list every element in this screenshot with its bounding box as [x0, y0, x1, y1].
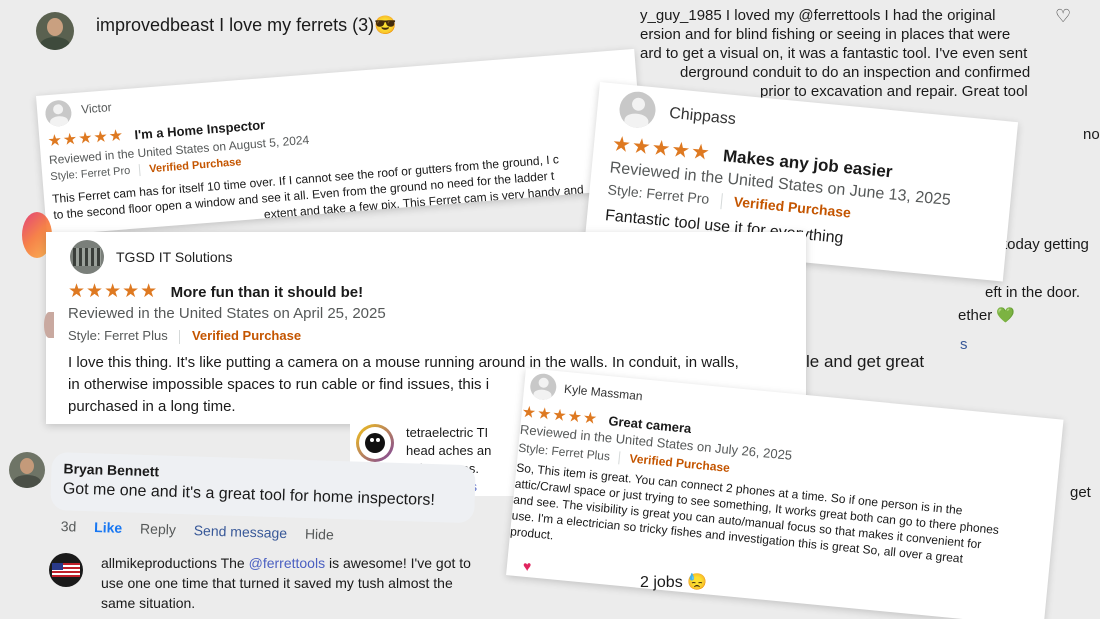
comment-text: The [220, 555, 249, 571]
fragment-text: today getting [1003, 236, 1089, 253]
fragment-link[interactable]: s [960, 336, 968, 353]
like-button[interactable]: Like [94, 519, 123, 536]
reviewer-name: Victor [80, 100, 113, 117]
fragment-text: ether 💚 [958, 307, 1016, 324]
comment-line: y_guy_1985 I loved my @ferrettools I had… [640, 7, 996, 24]
send-message-button[interactable]: Send message [193, 522, 287, 541]
fragment-text: get [1070, 484, 1091, 501]
avatar [529, 372, 558, 401]
fragment-text: le and get great [806, 352, 925, 371]
comment-line: tetraelectric TI [406, 425, 489, 440]
comment-text: I love my ferrets (3)😎 [219, 15, 397, 35]
avatar[interactable] [356, 424, 394, 462]
username[interactable]: improvedbeast [96, 15, 214, 35]
verified-badge: Verified Purchase [148, 156, 242, 176]
review-style: Style: Ferret Pro [49, 164, 131, 184]
mention-link[interactable]: @ferrettools [249, 555, 325, 571]
avatar[interactable] [49, 553, 83, 587]
jobs-text: 2 jobs 😓 [640, 574, 708, 591]
heart-outline-icon[interactable]: ♡ [1055, 6, 1071, 27]
review-victor: Victor ★★★★★ I'm a Home Inspector Review… [36, 48, 646, 236]
comment-line: ard to get a visual on, it was a fantast… [640, 45, 1028, 62]
comment-line: use one one time that turned it saved my… [101, 575, 453, 591]
username[interactable]: allmikeproductions [101, 555, 217, 571]
review-style: Style: Ferret Plus [68, 328, 168, 343]
heart-icon[interactable]: ♥ [523, 558, 531, 574]
review-date: Reviewed in the United States on April 2… [68, 305, 386, 322]
review-text-line: I love this thing. It's like putting a c… [68, 354, 739, 371]
comment-line: ersion and for blind fishing or seeing i… [640, 26, 1011, 43]
comment-line: same situation. [101, 595, 196, 611]
comment-allmikeproductions: allmikeproductions The @ferrettools is a… [101, 553, 521, 613]
comment-bryan-bennett: Bryan Bennett Got me one and it's a grea… [50, 452, 476, 524]
avatar [70, 240, 104, 274]
commenter-name[interactable]: Bryan Bennett [63, 460, 159, 479]
comment-actions: 3d Like Reply Send message Hide [60, 518, 361, 549]
comment-text: is awesome! I've got to [325, 555, 471, 571]
reviewer-name: Chippass [668, 104, 737, 129]
comment-time: 3d [60, 518, 77, 535]
comment-line: head aches an [406, 443, 492, 458]
comment-line: derground conduit to do an inspection an… [680, 64, 1031, 81]
fragment-text: eft in the door. [985, 284, 1081, 301]
avatar[interactable] [9, 452, 45, 488]
reviewer-name: Kyle Massman [563, 381, 644, 404]
review-kyle: Kyle Massman ★★★★★ Great camera Reviewed… [506, 368, 1064, 619]
reviewer-name: TGSD IT Solutions [116, 249, 233, 265]
review-title: More fun than it should be! [170, 284, 364, 301]
avatar[interactable] [36, 12, 74, 50]
verified-badge: Verified Purchase [191, 328, 302, 343]
comment-improvedbeast: improvedbeast I love my ferrets (3)😎 [36, 12, 556, 54]
star-rating: ★★★★★ [46, 127, 125, 151]
avatar [617, 90, 658, 130]
hide-button[interactable]: Hide [305, 526, 334, 543]
star-rating: ★★★★★ [68, 281, 159, 302]
fragment-text: no [1083, 126, 1100, 143]
avatar [44, 312, 54, 338]
reply-button[interactable]: Reply [140, 520, 176, 537]
comment-text: Got me one and it's a great tool for hom… [62, 480, 436, 510]
avatar [44, 99, 73, 128]
